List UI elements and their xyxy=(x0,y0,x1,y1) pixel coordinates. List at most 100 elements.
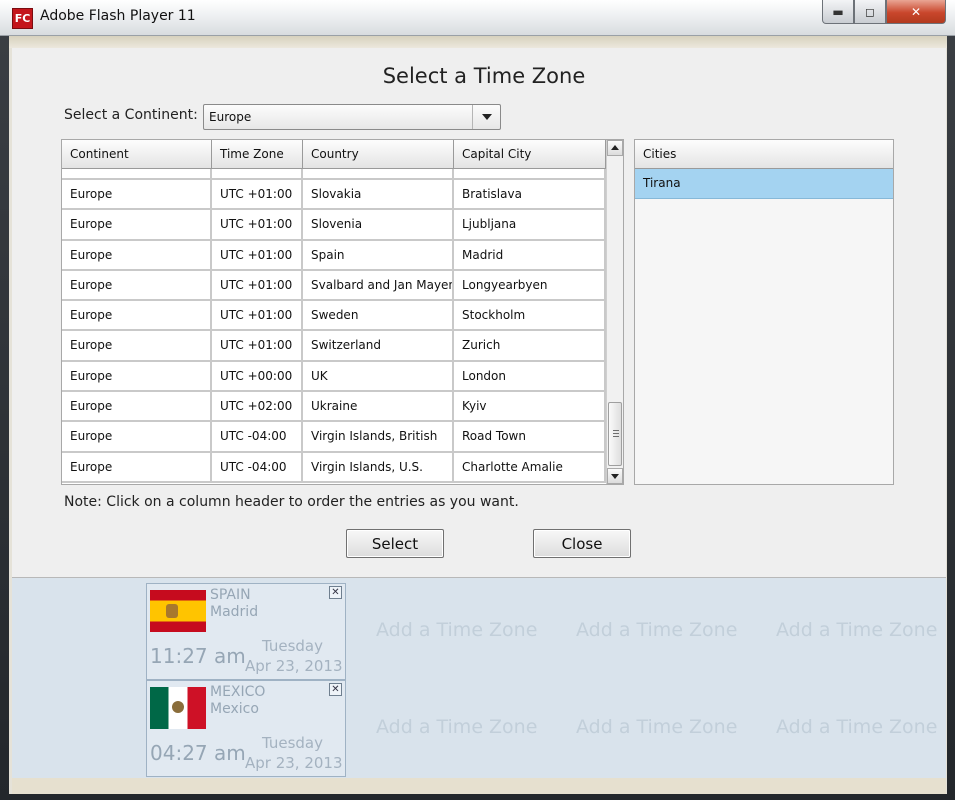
cell-continent: Europe xyxy=(62,210,212,239)
cell-continent: Europe xyxy=(62,270,212,300)
cell-time-zone: UTC +02:00 xyxy=(212,392,303,421)
cell-time-zone: UTC +01:00 xyxy=(212,270,303,300)
table-row[interactable]: Europe UTC +01:00 Switzerland Zurich xyxy=(62,331,606,362)
clock-card-mexico[interactable]: MEXICO Mexico ✕ Tuesday 04:27 am Apr 23,… xyxy=(146,680,346,777)
table-row[interactable]: Europe UTC +00:00 UK London xyxy=(62,361,606,393)
clock-country: SPAIN xyxy=(210,587,251,603)
cell-country: Virgin Islands, U.S. xyxy=(303,452,454,481)
cell-capital: Madrid xyxy=(454,240,606,269)
table-header: Continent Time Zone Country Capital City xyxy=(62,140,606,169)
column-header-capital-city[interactable]: Capital City xyxy=(454,140,606,169)
table-body: Europe UTC +01:00 Slovakia Bratislava Europe… xyxy=(62,169,606,483)
column-header-time-zone[interactable]: Time Zone xyxy=(212,140,303,169)
cell-continent: Europe xyxy=(62,422,212,451)
cell-capital: Ljubljana xyxy=(454,210,606,239)
scroll-up-button[interactable] xyxy=(607,140,623,156)
close-button[interactable]: Close xyxy=(533,529,631,558)
arrow-down-icon xyxy=(611,474,619,479)
cell-time-zone: UTC +00:00 xyxy=(212,361,303,391)
dialog-title: Select a Time Zone xyxy=(382,64,586,88)
cell-continent: Europe xyxy=(62,240,212,269)
table-row[interactable]: Europe UTC -04:00 Virgin Islands, U.S. Char… xyxy=(62,452,606,483)
minimize-button[interactable]: ▬ xyxy=(822,0,854,24)
cell-country: Ukraine xyxy=(303,392,454,421)
cell-continent: Europe xyxy=(62,392,212,421)
cell-capital: Stockholm xyxy=(454,301,606,330)
add-time-zone-slot[interactable]: Add a Time Zone xyxy=(376,619,537,641)
clock-card-spain[interactable]: SPAIN Madrid ✕ Tuesday 11:27 am Apr 23, … xyxy=(146,583,346,680)
cell-time-zone: UTC +01:00 xyxy=(212,301,303,330)
clock-date: Apr 23, 2013 xyxy=(245,754,343,772)
table-row[interactable]: Europe UTC +01:00 Svalbard and Jan Mayen Lo… xyxy=(62,270,606,302)
add-time-zone-slot[interactable]: Add a Time Zone xyxy=(576,716,737,738)
bottom-strip xyxy=(12,778,946,794)
clock-city: Mexico xyxy=(210,701,259,717)
remove-clock-icon[interactable]: ✕ xyxy=(329,586,342,599)
table-scrollbar[interactable] xyxy=(606,140,623,484)
cell-time-zone: UTC +01:00 xyxy=(212,331,303,360)
app-window: FC Adobe Flash Player 11 ▬ ◻ ✕ SPAIN Mad… xyxy=(0,0,955,800)
select-button[interactable]: Select xyxy=(346,529,444,558)
add-time-zone-slot[interactable]: Add a Time Zone xyxy=(376,716,537,738)
cell-country: Sweden xyxy=(303,301,454,330)
cell-capital: Zurich xyxy=(454,331,606,360)
cities-header[interactable]: Cities xyxy=(635,140,893,169)
cell-continent: Europe xyxy=(62,452,212,481)
cell-time-zone: UTC +01:00 xyxy=(212,210,303,239)
partial-row xyxy=(62,169,606,180)
cell-continent: Europe xyxy=(62,361,212,391)
table-row[interactable]: Europe UTC +01:00 Sweden Stockholm xyxy=(62,301,606,332)
cell-capital: Road Town xyxy=(454,422,606,451)
scroll-down-button[interactable] xyxy=(607,468,623,484)
cell-country: Slovenia xyxy=(303,210,454,239)
flash-player-icon: FC xyxy=(12,8,33,29)
table-row[interactable]: Europe UTC +01:00 Slovakia Bratislava xyxy=(62,180,606,211)
cell-capital: Kyiv xyxy=(454,392,606,421)
cell-time-zone: UTC +01:00 xyxy=(212,180,303,209)
cell-capital: Charlotte Amalie xyxy=(454,452,606,481)
clock-day: Tuesday xyxy=(261,637,323,655)
cell-continent: Europe xyxy=(62,180,212,209)
add-time-zone-slot[interactable]: Add a Time Zone xyxy=(776,619,937,641)
add-time-zone-slot[interactable]: Add a Time Zone xyxy=(576,619,737,641)
minimize-icon: ▬ xyxy=(832,4,844,19)
city-item[interactable]: Tirana xyxy=(635,169,893,199)
title-bar[interactable]: FC Adobe Flash Player 11 ▬ ◻ ✕ xyxy=(0,0,955,36)
clock-time: 11:27 am xyxy=(150,644,246,668)
cell-country: Slovakia xyxy=(303,180,454,209)
add-time-zone-slot[interactable]: Add a Time Zone xyxy=(776,716,937,738)
continent-label: Select a Continent: xyxy=(64,107,198,123)
cell-continent: Europe xyxy=(62,301,212,330)
clock-day: Tuesday xyxy=(261,734,323,752)
cell-time-zone: UTC +01:00 xyxy=(212,240,303,269)
dropdown-button[interactable] xyxy=(472,105,500,129)
table-row[interactable]: Europe UTC +01:00 Spain Madrid xyxy=(62,240,606,271)
mexico-flag-icon xyxy=(150,687,206,729)
column-header-country[interactable]: Country xyxy=(303,140,454,169)
sort-note: Note: Click on a column header to order … xyxy=(64,494,519,510)
cities-list: Cities Tirana xyxy=(634,139,894,485)
clock-time: 04:27 am xyxy=(150,741,246,765)
continent-select-value: Europe xyxy=(209,110,252,124)
time-zone-table: Continent Time Zone Country Capital City… xyxy=(61,139,624,485)
top-strip xyxy=(9,36,947,48)
window-title: Adobe Flash Player 11 xyxy=(40,8,196,24)
cell-continent: Europe xyxy=(62,331,212,360)
continent-select[interactable]: Europe xyxy=(203,104,501,130)
time-zone-dialog: Select a Time Zone Select a Continent: E… xyxy=(12,48,946,578)
scrollbar-thumb[interactable] xyxy=(608,402,622,466)
close-window-button[interactable]: ✕ xyxy=(886,0,946,24)
cell-country: Spain xyxy=(303,240,454,269)
clock-country: MEXICO xyxy=(210,684,266,700)
clock-city: Madrid xyxy=(210,604,259,620)
maximize-button[interactable]: ◻ xyxy=(854,0,886,24)
table-row[interactable]: Europe UTC -04:00 Virgin Islands, British R… xyxy=(62,422,606,453)
cell-country: Switzerland xyxy=(303,331,454,360)
table-row[interactable]: Europe UTC +02:00 Ukraine Kyiv xyxy=(62,392,606,423)
clock-date: Apr 23, 2013 xyxy=(245,657,343,675)
table-row[interactable]: Europe UTC +01:00 Slovenia Ljubljana xyxy=(62,210,606,241)
remove-clock-icon[interactable]: ✕ xyxy=(329,683,342,696)
close-icon: ✕ xyxy=(910,4,922,19)
column-header-continent[interactable]: Continent xyxy=(62,140,212,169)
spain-flag-icon xyxy=(150,590,206,632)
